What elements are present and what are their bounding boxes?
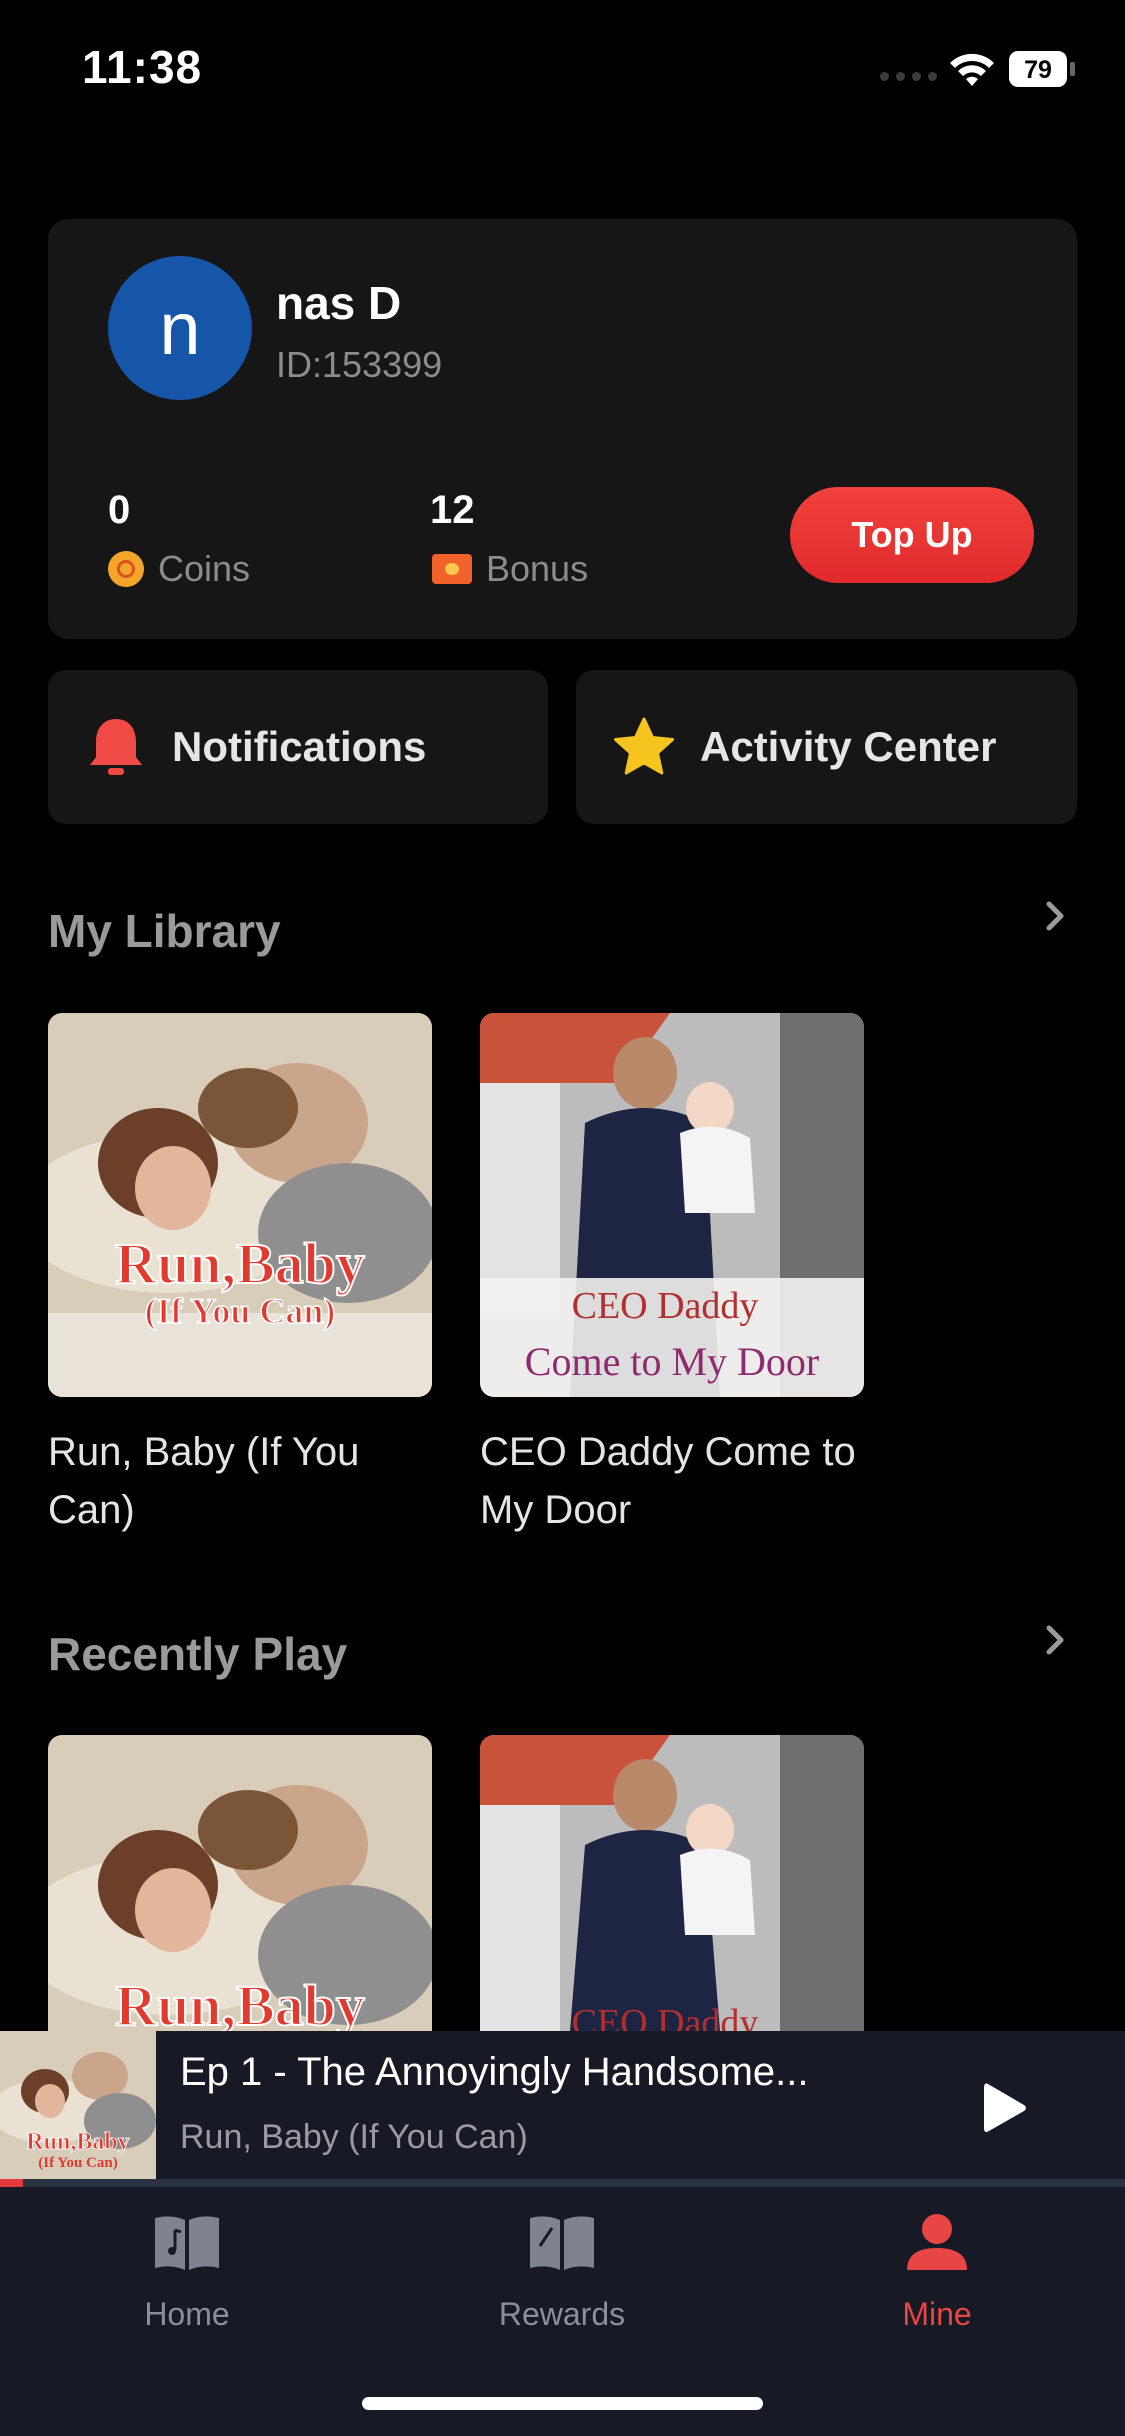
book-icon <box>155 2216 219 2270</box>
tab-mine-label: Mine <box>902 2296 972 2332</box>
activity-center-label: Activity Center <box>700 723 997 770</box>
player-thumbnail[interactable]: Run,Baby (If You Can) <box>0 2031 156 2179</box>
activity-center-button[interactable]: Activity Center <box>576 670 1077 824</box>
my-library-title: My Library <box>48 905 281 957</box>
tab-mine[interactable]: Mine <box>837 2212 1037 2333</box>
tab-rewards[interactable]: Rewards <box>462 2212 662 2333</box>
cover-title-line2: (If You Can) <box>145 1291 336 1331</box>
cover-title-line1: CEO Daddy <box>572 2002 759 2031</box>
bell-icon <box>84 715 148 779</box>
library-item-title[interactable]: CEO Daddy Come to My Door <box>480 1423 880 1539</box>
chevron-right-icon[interactable] <box>1040 1620 1070 1660</box>
progress-track[interactable] <box>0 2179 1125 2187</box>
notifications-label: Notifications <box>172 723 427 770</box>
avatar[interactable]: n <box>108 256 252 400</box>
library-item-title[interactable]: Run, Baby (If You Can) <box>48 1423 448 1539</box>
status-time: 11:38 <box>82 41 203 93</box>
book-icon <box>530 2216 594 2270</box>
library-cover-ceo-daddy[interactable]: CEO Daddy Come to My Door <box>480 1013 864 1397</box>
tab-rewards-label: Rewards <box>498 2296 626 2332</box>
cover-title-line1: Run,Baby <box>115 1973 365 2031</box>
coins-label: Coins <box>158 548 251 589</box>
chevron-right-icon[interactable] <box>1040 896 1070 936</box>
episode-title[interactable]: Ep 1 - The Annoyingly Handsome... <box>180 2050 940 2095</box>
notifications-button[interactable]: Notifications <box>48 670 548 824</box>
coin-icon <box>108 551 144 587</box>
thumb-title-line1: Run,Baby <box>26 2129 129 2155</box>
ticket-icon <box>432 554 472 584</box>
home-indicator[interactable] <box>362 2397 763 2410</box>
cover-title-line2: Come to My Door <box>525 1339 819 1384</box>
cellular-signal-icon <box>880 72 937 81</box>
play-icon[interactable] <box>980 2080 1030 2136</box>
bonus-value: 12 <box>430 488 475 532</box>
progress-fill <box>0 2179 23 2187</box>
battery-level: 79 <box>1024 56 1052 84</box>
coins-stat: Coins <box>108 548 250 590</box>
wifi-icon <box>950 53 994 86</box>
battery-icon: 79 <box>1008 50 1076 88</box>
bonus-label: Bonus <box>486 548 589 589</box>
user-name: nas D <box>276 277 402 329</box>
tab-home[interactable]: Home <box>87 2212 287 2333</box>
user-id: ID:153399 <box>276 344 443 385</box>
recent-cover-ceo-daddy[interactable]: CEO Daddy <box>480 1735 864 2031</box>
coins-value: 0 <box>108 488 131 532</box>
library-cover-run-baby[interactable]: Run,Baby (If You Can) <box>48 1013 432 1397</box>
cover-title-line1: Run,Baby <box>115 1231 365 1296</box>
tab-home-label: Home <box>144 2296 230 2332</box>
recently-play-title: Recently Play <box>48 1628 348 1680</box>
cover-title-line1: CEO Daddy <box>572 1285 759 1327</box>
thumb-title-line2: (If You Can) <box>38 2155 117 2171</box>
top-up-button[interactable]: Top Up <box>790 487 1034 583</box>
person-icon <box>907 2214 967 2270</box>
episode-show[interactable]: Run, Baby (If You Can) <box>180 2118 528 2157</box>
star-icon <box>612 715 676 779</box>
recent-cover-run-baby[interactable]: Run,Baby <box>48 1735 432 2031</box>
bonus-stat: Bonus <box>432 548 588 590</box>
